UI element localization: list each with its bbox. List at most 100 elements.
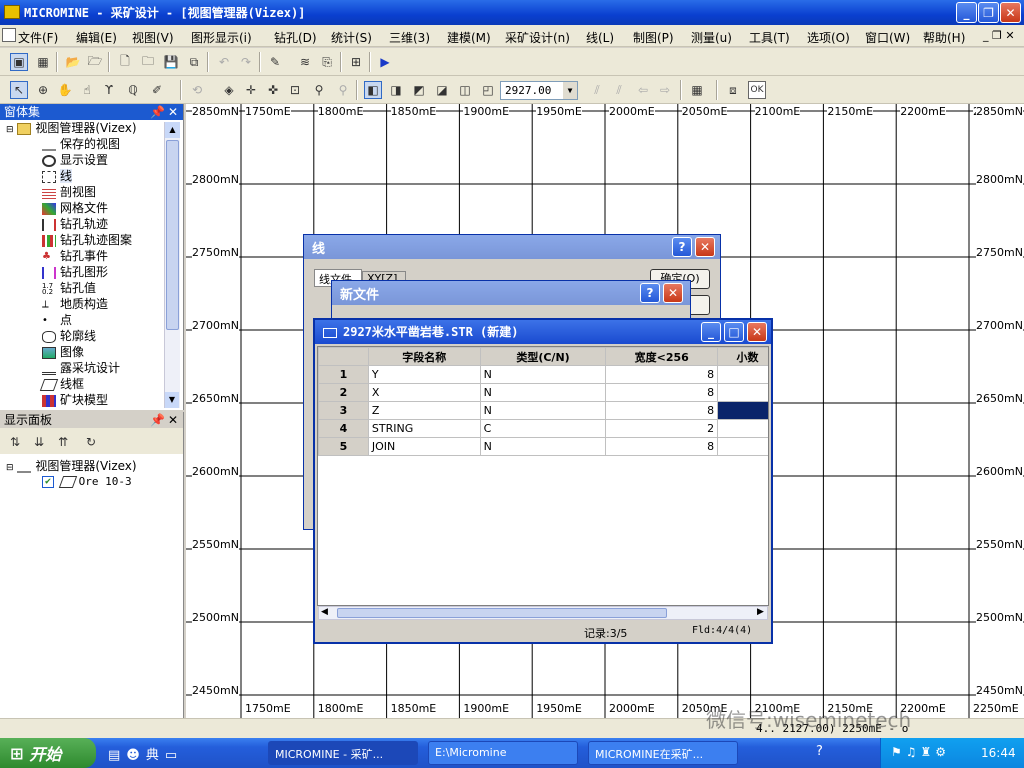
- scroll-down-icon[interactable]: ▼: [165, 392, 179, 408]
- save-all-icon[interactable]: ⧉: [185, 53, 203, 71]
- col-header-type[interactable]: 类型(C/N): [479, 347, 607, 366]
- cell-name[interactable]: Y: [367, 365, 481, 384]
- digitize-icon[interactable]: ϒ: [100, 81, 118, 99]
- grid-icon[interactable]: ▦: [688, 81, 706, 99]
- windows-icon[interactable]: ▣: [10, 53, 28, 71]
- dict-icon[interactable]: 典: [146, 748, 165, 763]
- tree-item-structures[interactable]: ⟂ 地质构造: [42, 296, 108, 312]
- menu-display[interactable]: 图形显示(i): [191, 29, 252, 46]
- tree-item-drill-values[interactable]: 1.7 0.2 钻孔值: [42, 280, 96, 296]
- task-micromine[interactable]: MICROMINE - 采矿...: [268, 741, 418, 765]
- col-header-width[interactable]: 宽度<256: [605, 347, 719, 366]
- task-explorer[interactable]: E:\Micromine: [428, 741, 578, 765]
- cell-type[interactable]: N: [479, 365, 607, 384]
- sort-icon[interactable]: ⇅: [6, 433, 24, 451]
- help-icon[interactable]: ?: [672, 237, 692, 257]
- close-button[interactable]: ✕: [1000, 2, 1021, 23]
- table-row[interactable]: 1 Y N 8: [318, 365, 768, 384]
- tree-root[interactable]: ⊟ 视图管理器(Vizex): [6, 120, 137, 136]
- tray-icons[interactable]: ⚑♫♜⚙: [891, 745, 950, 759]
- maximize-icon[interactable]: □: [724, 322, 744, 342]
- tree-item-drill-trace[interactable]: 钻孔轨迹: [42, 216, 108, 232]
- help-tray-icon[interactable]: ?: [816, 744, 823, 759]
- tree-item-line[interactable]: 线: [42, 168, 73, 184]
- pin-icon[interactable]: 📌: [150, 412, 165, 428]
- mdi-controls[interactable]: _ ❐ ✕: [983, 29, 1015, 42]
- collapse-icon[interactable]: ⊟: [6, 463, 14, 473]
- view-3d-icon[interactable]: ◰: [479, 81, 497, 99]
- col-header-name[interactable]: 字段名称: [367, 347, 481, 366]
- cell-name[interactable]: X: [367, 383, 481, 402]
- close-icon[interactable]: ✕: [695, 237, 715, 257]
- cell-decimals-selected[interactable]: [717, 401, 768, 420]
- table-hscrollbar[interactable]: ◀ ▶: [318, 606, 768, 620]
- col-header-decimals[interactable]: 小数: [717, 347, 768, 366]
- tree-item-section[interactable]: 剖视图: [42, 184, 96, 200]
- tree-item-saved-views[interactable]: 保存的视图: [42, 136, 120, 152]
- move-icon[interactable]: ✜: [264, 81, 282, 99]
- sort-up-icon[interactable]: ⇈: [54, 433, 72, 451]
- step-forward-icon[interactable]: ⫽: [610, 81, 628, 99]
- cell-type[interactable]: N: [479, 401, 607, 420]
- save-icon[interactable]: 💾: [162, 53, 180, 71]
- elevation-combo[interactable]: 2927.00 ▼: [500, 81, 578, 100]
- panel-close-icon[interactable]: ✕: [168, 412, 178, 428]
- tiles-icon[interactable]: ▦: [34, 53, 52, 71]
- query-icon[interactable]: ℚ: [124, 81, 142, 99]
- minimize-icon[interactable]: _: [701, 322, 721, 342]
- cell-width[interactable]: 8: [605, 437, 719, 456]
- open-folder-icon[interactable]: 📂: [64, 53, 82, 71]
- zoom-window-icon[interactable]: ⊡: [286, 81, 304, 99]
- cell-width[interactable]: 8: [605, 401, 719, 420]
- layers-icon[interactable]: ≋: [296, 53, 314, 71]
- menu-edit[interactable]: 编辑(E): [76, 29, 117, 46]
- table-row[interactable]: 5 JOIN N 8: [318, 437, 768, 456]
- scroll-up-icon[interactable]: ▲: [165, 122, 180, 138]
- cell-decimals[interactable]: [717, 419, 768, 438]
- table-row[interactable]: 3 Z N 8: [318, 401, 768, 420]
- cell-width[interactable]: 8: [605, 383, 719, 402]
- zoom-icon[interactable]: ⊕: [34, 81, 52, 99]
- zoom-out-icon[interactable]: ⚲: [334, 81, 352, 99]
- cell-type[interactable]: N: [479, 383, 607, 402]
- image-icon[interactable]: ⧈: [724, 81, 742, 99]
- hscroll-thumb[interactable]: [337, 608, 667, 618]
- layer-item[interactable]: ✔ Ore 10-3: [42, 474, 132, 490]
- sort-down-icon[interactable]: ⇊: [30, 433, 48, 451]
- task-doc[interactable]: MICROMINE在采矿...: [588, 741, 738, 765]
- menu-plot[interactable]: 制图(P): [633, 29, 674, 46]
- menu-window[interactable]: 窗口(W): [865, 29, 910, 46]
- start-button[interactable]: ⊞ 开始: [0, 738, 96, 768]
- cell-name[interactable]: Z: [367, 401, 481, 420]
- menu-file[interactable]: 文件(F): [18, 29, 58, 46]
- chevron-down-icon[interactable]: ▼: [563, 82, 577, 99]
- scroll-left-icon[interactable]: ◀: [321, 607, 328, 617]
- pan-hand-icon[interactable]: ✋: [56, 81, 74, 99]
- collapse-icon[interactable]: ⊟: [6, 125, 14, 135]
- arrow-right-icon[interactable]: ⇨: [656, 81, 674, 99]
- step-back-icon[interactable]: ⫽: [588, 81, 606, 99]
- measure-icon[interactable]: ✐: [148, 81, 166, 99]
- target-icon[interactable]: ✛: [242, 81, 260, 99]
- tree-item-drill-events[interactable]: ♣ 钻孔事件: [42, 248, 108, 264]
- scroll-right-icon[interactable]: ▶: [757, 607, 764, 617]
- tree-item-points[interactable]: • 点: [42, 312, 72, 328]
- cell-decimals[interactable]: [717, 437, 768, 456]
- close-icon[interactable]: ✕: [747, 322, 767, 342]
- help-icon[interactable]: ?: [640, 283, 660, 303]
- qq-icon[interactable]: ☻: [126, 748, 146, 763]
- cell-decimals[interactable]: [717, 383, 768, 402]
- mdi-doc-icon[interactable]: [2, 28, 16, 42]
- menu-3d[interactable]: 三维(3): [389, 29, 430, 46]
- menu-drillhole[interactable]: 钻孔(D): [274, 29, 317, 46]
- open-icon[interactable]: 🗀: [139, 53, 157, 71]
- grab-hand-icon[interactable]: ☝: [78, 81, 96, 99]
- cell-type[interactable]: N: [479, 437, 607, 456]
- menu-tools[interactable]: 工具(T): [749, 29, 790, 46]
- redo-icon[interactable]: ↷: [237, 53, 255, 71]
- tree-item-contours[interactable]: 轮廓线: [42, 328, 96, 344]
- menu-help[interactable]: 帮助(H): [923, 29, 965, 46]
- menu-stats[interactable]: 统计(S): [331, 29, 372, 46]
- tree-item-display-settings[interactable]: 显示设置: [42, 152, 108, 168]
- tree-item-pit-design[interactable]: 露采坑设计: [42, 360, 120, 376]
